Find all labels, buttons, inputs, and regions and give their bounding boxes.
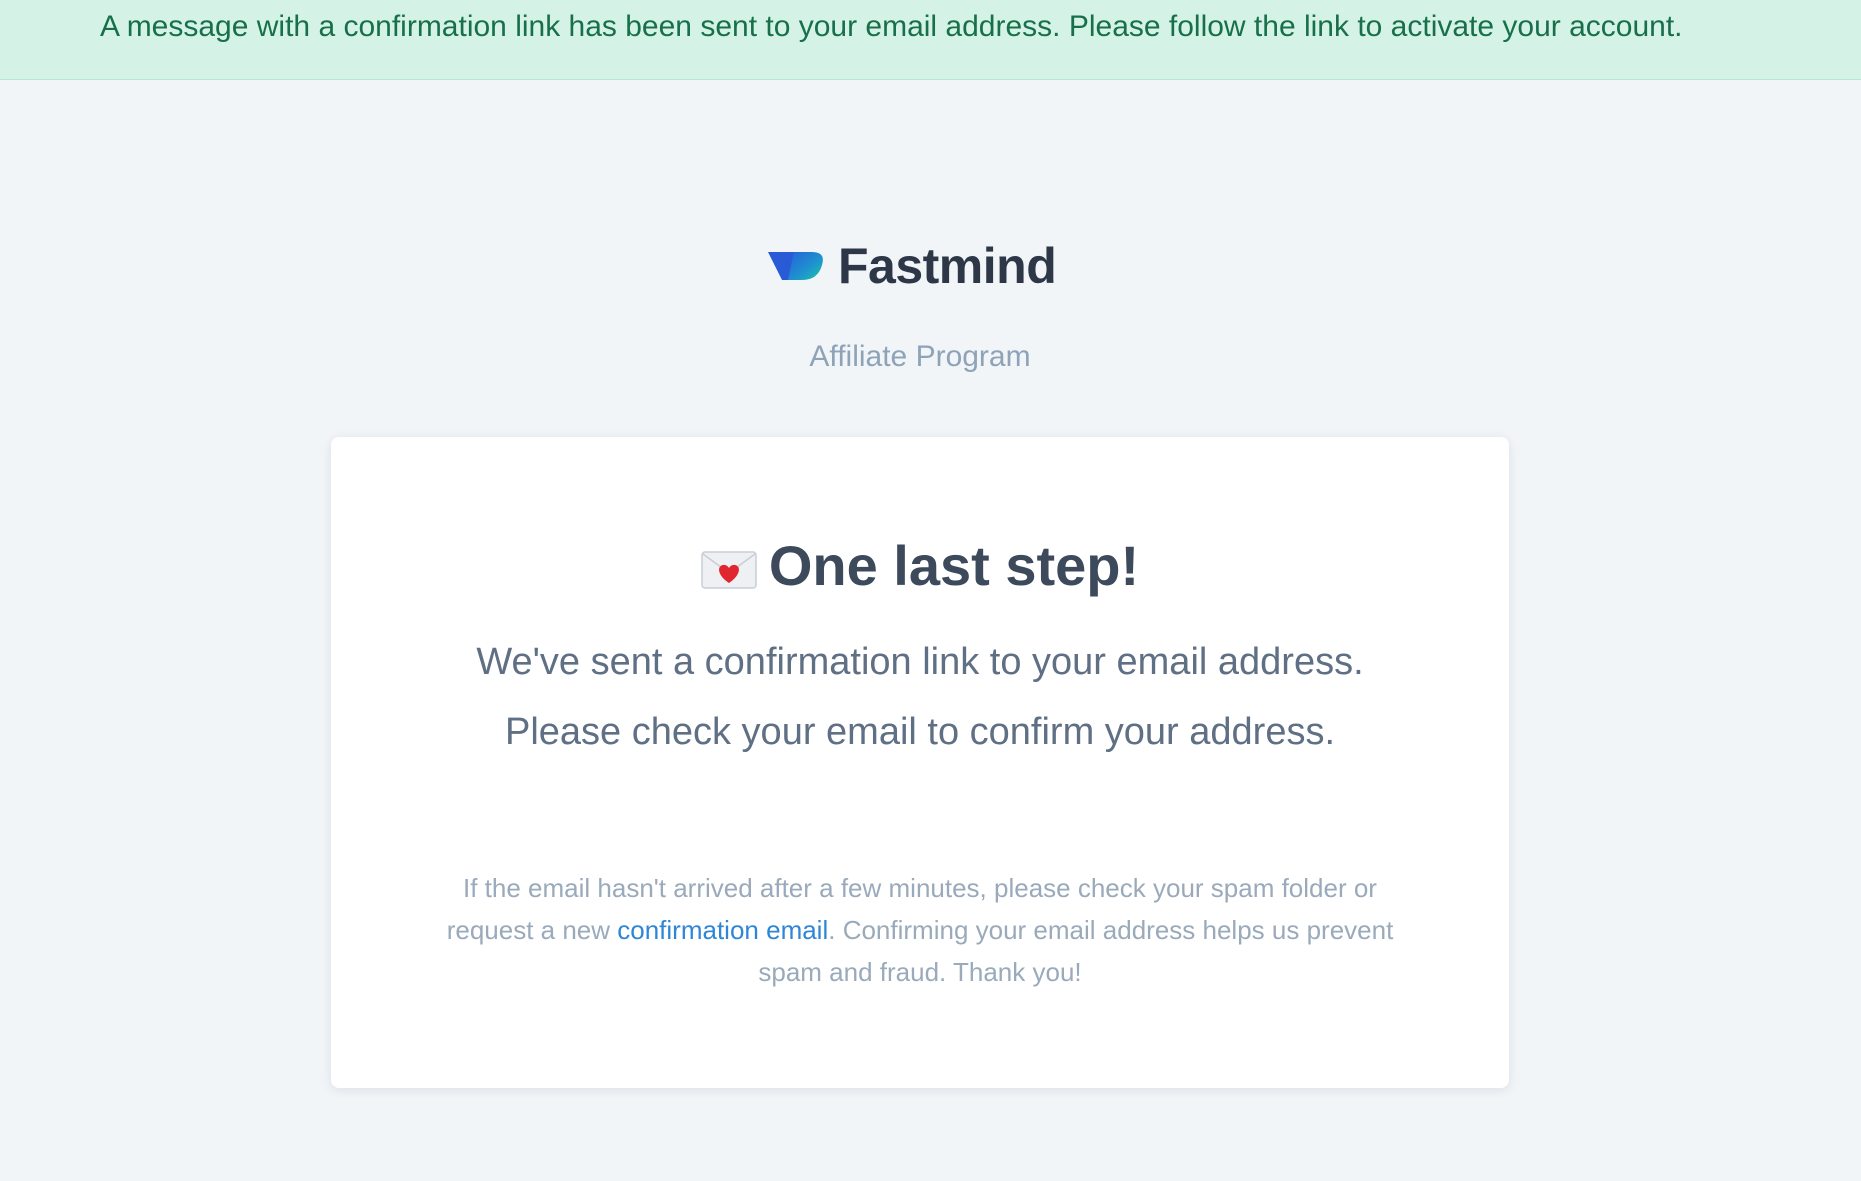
card-note-text-end: . Confirming your email address helps us… [758,915,1394,987]
confirmation-email-link[interactable]: confirmation email [617,915,828,945]
card-message-line-2: Please check your email to confirm your … [504,711,1336,753]
card-heading: One last step! [331,533,1509,598]
flash-banner: A message with a confirmation link has b… [0,0,1861,80]
card-title: One last step! [768,534,1140,597]
brand-name: Fastmind [838,238,1057,294]
fastmind-logo-mark-icon [768,252,823,280]
confirmation-card: One last step! We've sent a confirmation… [331,437,1509,1088]
love-letter-icon [701,551,757,589]
flash-message: A message with a confirmation link has b… [100,10,1683,43]
card-message-line-1: We've sent a confirmation link to your e… [476,641,1364,683]
page-subtitle: Affiliate Program [809,340,1031,373]
brand-logo[interactable]: Fastmind [768,236,1057,296]
card-note: If the email hasn't arrived after a few … [431,867,1409,993]
